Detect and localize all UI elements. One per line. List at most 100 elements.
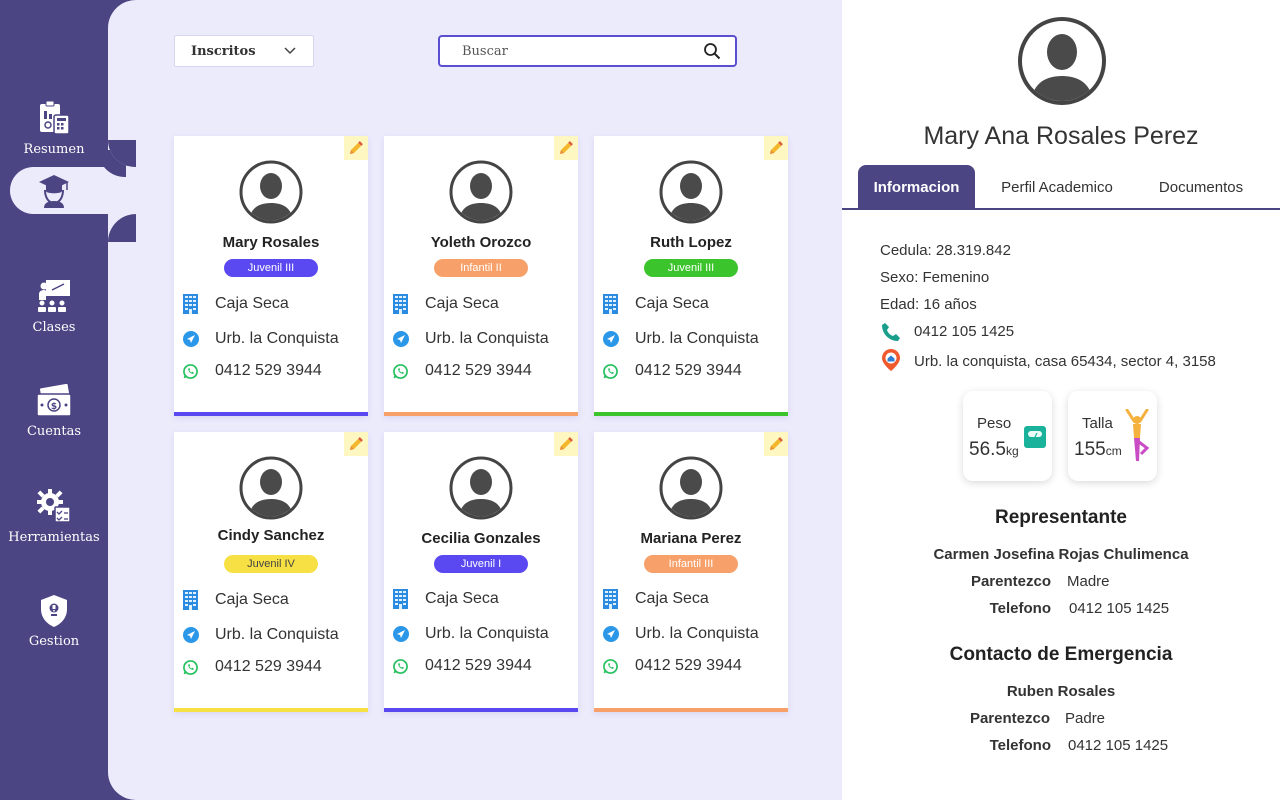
info-address: Urb. la conquista, casa 65434, sector 4,… (914, 353, 1216, 370)
nav-estudiantes[interactable] (0, 172, 108, 212)
location-arrow-icon (602, 626, 619, 643)
student-card[interactable]: Mary Rosales Juvenil III Caja Seca Urb. … (174, 136, 368, 416)
whatsapp-icon (392, 363, 409, 380)
profile-name: Mary Ana Rosales Perez (923, 122, 1199, 150)
location-arrow-icon (182, 331, 199, 348)
location-arrow-icon (392, 626, 409, 643)
student-card[interactable]: Cecilia Gonzales Juvenil I Caja Seca Urb… (384, 432, 578, 712)
nav-resumen[interactable]: Resumen (0, 100, 108, 158)
phone-row: 0412 529 3944 (182, 362, 322, 380)
phone-text: 0412 529 3944 (425, 362, 532, 379)
stretching-person-icon (1125, 409, 1150, 461)
level-badge: Infantil II (434, 259, 528, 277)
stat-peso-value: 56.5kg (969, 439, 1019, 460)
edit-pencil-icon[interactable] (764, 432, 788, 456)
emergencia-title: Contacto de Emergencia (949, 644, 1173, 665)
edit-pencil-icon[interactable] (554, 432, 578, 456)
address-text: Urb. la Conquista (635, 625, 759, 642)
nav-herramientas-label: Herramientas (8, 530, 100, 545)
level-badge: Juvenil III (644, 259, 738, 277)
phone-text: 0412 529 3944 (635, 362, 742, 379)
student-card[interactable]: Cindy Sanchez Juvenil IV Caja Seca Urb. … (174, 432, 368, 712)
phone-text: 0412 529 3944 (425, 657, 532, 674)
address-row: Urb. la Conquista (392, 625, 549, 643)
graduate-icon (39, 175, 69, 208)
tab-documentos[interactable]: Documentos (1142, 165, 1260, 208)
nav-herramientas[interactable]: Herramientas (0, 488, 108, 546)
student-name: Cecilia Gonzales (421, 530, 541, 547)
city-text: Caja Seca (215, 591, 289, 608)
svg-text:$: $ (51, 402, 57, 412)
search-input[interactable] (462, 43, 703, 59)
city-row: Caja Seca (392, 589, 499, 609)
student-card[interactable]: Ruth Lopez Juvenil III Caja Seca Urb. la… (594, 136, 788, 416)
edit-pencil-icon[interactable] (764, 136, 788, 160)
address-row: Urb. la Conquista (182, 330, 339, 348)
level-badge: Juvenil IV (224, 555, 318, 573)
emergencia-telefono: 0412 105 1425 (1068, 737, 1169, 754)
card-accent-bar (384, 412, 578, 416)
whatsapp-icon (602, 658, 619, 675)
nav-cuentas[interactable]: $ Cuentas (0, 384, 108, 440)
info-cedula: Cedula: 28.319.842 (880, 242, 1011, 259)
building-icon (392, 589, 409, 609)
chevron-down-icon (284, 47, 296, 55)
city-text: Caja Seca (635, 590, 709, 607)
emergencia-telefono-label: Telefono (989, 737, 1051, 754)
phone-row: 0412 529 3944 (602, 657, 742, 675)
nav-clases[interactable]: Clases (0, 278, 108, 336)
building-icon (182, 294, 199, 314)
student-name: Ruth Lopez (650, 234, 732, 251)
nav-clases-label: Clases (32, 320, 76, 335)
student-name: Mariana Perez (640, 530, 742, 547)
stat-talla-label: Talla (1082, 415, 1113, 432)
edit-pencil-icon[interactable] (344, 136, 368, 160)
phone-icon (880, 321, 902, 343)
card-accent-bar (174, 708, 368, 712)
city-text: Caja Seca (635, 295, 709, 312)
filter-dropdown[interactable]: Inscritos (174, 35, 314, 67)
student-card[interactable]: Yoleth Orozco Infantil II Caja Seca Urb.… (384, 136, 578, 416)
phone-text: 0412 529 3944 (215, 658, 322, 675)
student-avatar (659, 456, 723, 520)
student-name: Yoleth Orozco (430, 234, 532, 251)
student-name: Cindy Sanchez (217, 527, 325, 544)
nav-gestion[interactable]: Gestion (0, 594, 108, 650)
phone-text: 0412 529 3944 (635, 657, 742, 674)
address-text: Urb. la Conquista (215, 330, 339, 347)
tab-perfil-academico[interactable]: Perfil Academico (992, 165, 1122, 208)
location-arrow-icon (182, 627, 199, 644)
scale-icon (1024, 426, 1046, 448)
edit-pencil-icon[interactable] (344, 432, 368, 456)
building-icon (602, 589, 619, 609)
info-sexo: Sexo: Femenino (880, 269, 990, 286)
address-text: Urb. la Conquista (425, 625, 549, 642)
phone-row: 0412 529 3944 (182, 658, 322, 676)
emergencia-parentezco-label: Parentezco (969, 710, 1050, 727)
building-icon (182, 590, 199, 610)
tab-informacion[interactable]: Informacion (858, 165, 975, 208)
clipboard-calculator-icon (40, 100, 70, 135)
search-box (438, 35, 737, 67)
edit-pencil-icon[interactable] (554, 136, 578, 160)
search-icon[interactable] (703, 42, 721, 60)
building-icon (392, 294, 409, 314)
city-row: Caja Seca (182, 590, 289, 610)
shield-alert-icon (41, 595, 67, 627)
whatsapp-icon (182, 363, 199, 380)
home-location-icon (880, 349, 902, 371)
address-row: Urb. la Conquista (602, 330, 759, 348)
address-text: Urb. la Conquista (425, 330, 549, 347)
whatsapp-icon (602, 363, 619, 380)
whatsapp-icon (392, 658, 409, 675)
city-row: Caja Seca (392, 294, 499, 314)
card-accent-bar (174, 412, 368, 416)
address-row: Urb. la Conquista (392, 330, 549, 348)
student-card[interactable]: Mariana Perez Infantil III Caja Seca Urb… (594, 432, 788, 712)
stat-talla: Talla 155cm (1068, 391, 1157, 481)
address-text: Urb. la Conquista (635, 330, 759, 347)
nav-resumen-label: Resumen (23, 142, 85, 157)
city-text: Caja Seca (425, 590, 499, 607)
address-row: Urb. la Conquista (182, 626, 339, 644)
phone-text: 0412 529 3944 (215, 362, 322, 379)
